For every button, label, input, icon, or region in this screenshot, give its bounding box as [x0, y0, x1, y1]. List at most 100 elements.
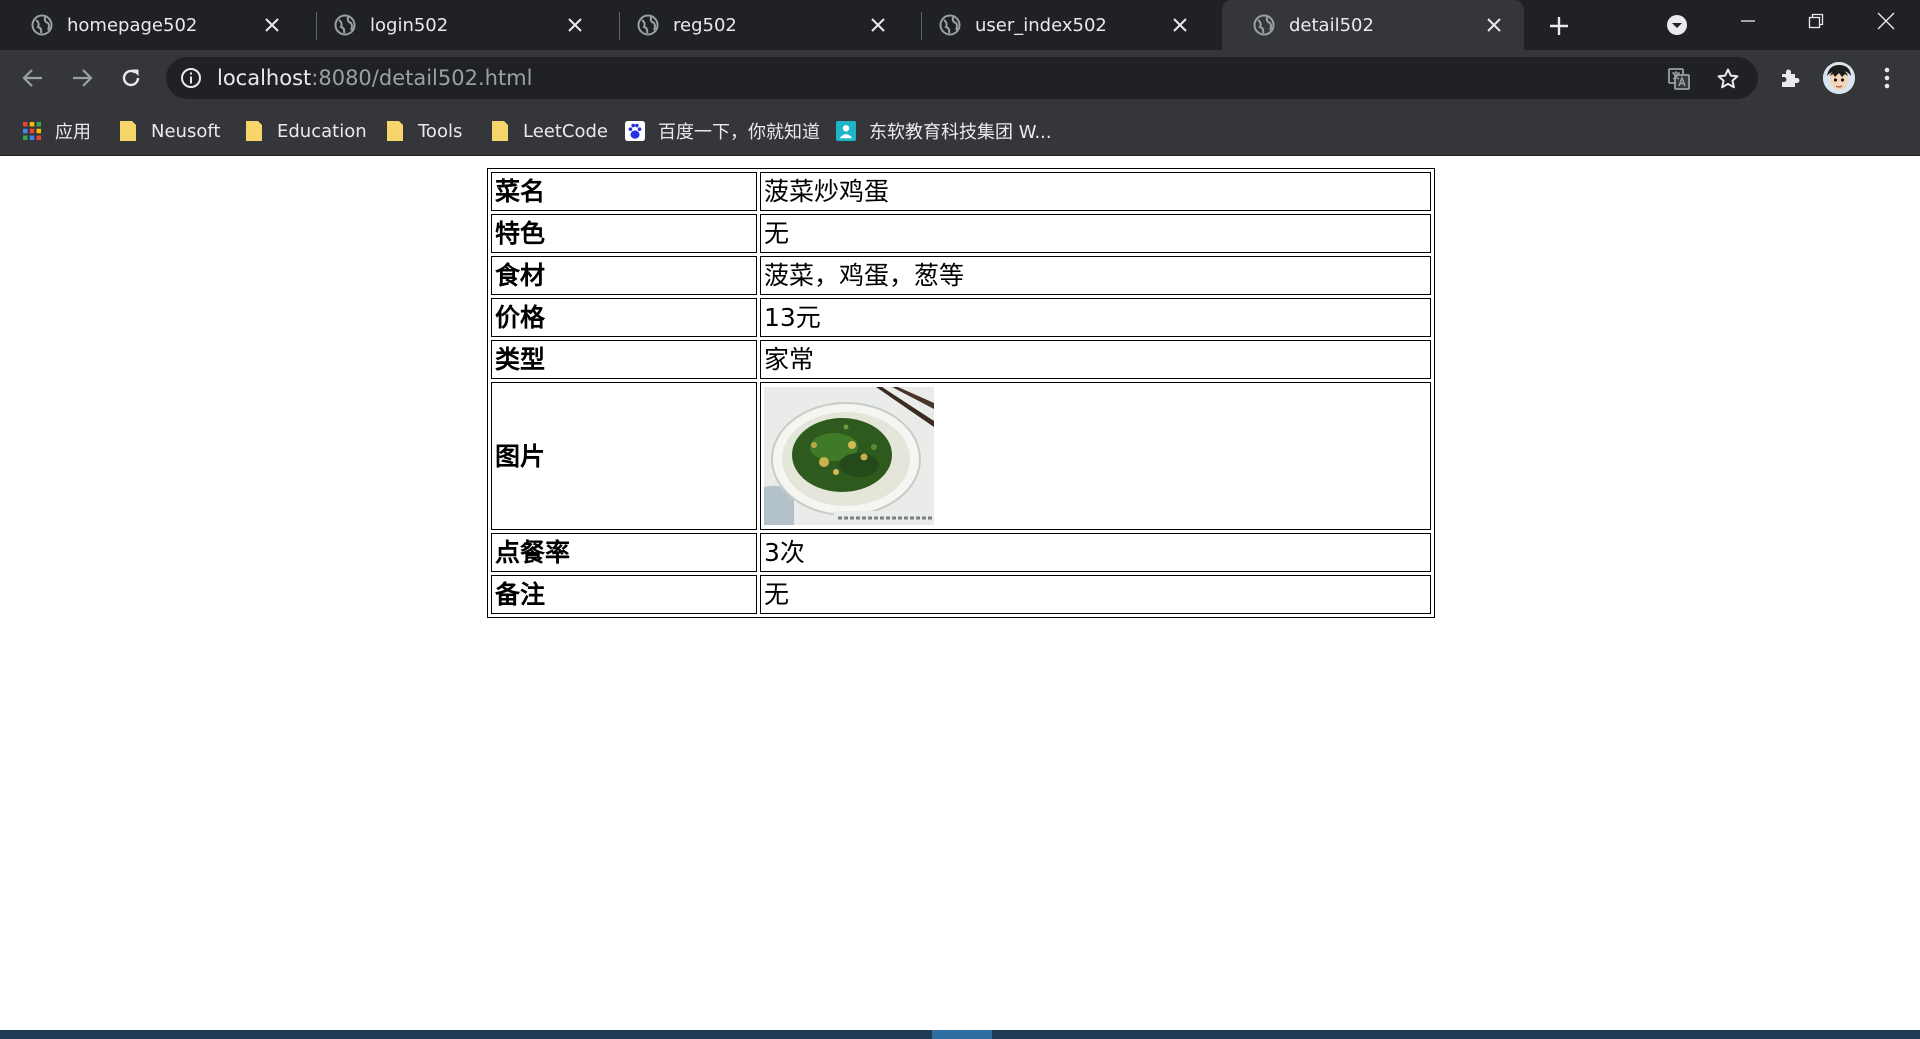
avatar-icon	[1823, 62, 1855, 94]
kebab-menu-icon	[1884, 67, 1890, 89]
tab-strip: homepage502 login502 reg502 user_index50…	[0, 0, 1920, 50]
globe-icon	[1253, 14, 1275, 36]
chevron-down-circle-icon	[1667, 15, 1687, 35]
row-value-feature: 无	[760, 214, 1431, 253]
table-row: 特色 无	[491, 214, 1431, 253]
close-icon[interactable]	[864, 11, 892, 39]
table-row: 食材 菠菜，鸡蛋，葱等	[491, 256, 1431, 295]
star-icon[interactable]	[1715, 66, 1741, 92]
forward-button[interactable]	[64, 60, 100, 96]
plus-icon	[1550, 17, 1568, 35]
bookmark-label: Education	[277, 120, 367, 142]
bookmark-label: LeetCode	[523, 120, 608, 142]
close-icon[interactable]	[258, 11, 286, 39]
row-value-remarks: 无	[760, 575, 1431, 614]
globe-icon	[637, 14, 659, 36]
close-window-button[interactable]	[1851, 0, 1920, 42]
folder-icon	[490, 120, 510, 142]
bookmarks-bar: 应用 Neusoft Education Tools LeetCode 百度一下…	[0, 106, 1920, 156]
dish-detail-table: 菜名 菠菜炒鸡蛋 特色 无 食材 菠菜，鸡蛋，葱等 价格 13元 类型 家常 图…	[487, 168, 1435, 618]
apps-grid-icon	[22, 120, 42, 142]
tab-title: homepage502	[67, 14, 198, 36]
restore-icon	[1808, 13, 1824, 29]
row-label-ingredients: 食材	[491, 256, 757, 295]
row-label-price: 价格	[491, 298, 757, 337]
folder-icon	[244, 120, 264, 142]
tab-title: login502	[370, 14, 449, 36]
extensions-button[interactable]	[1774, 62, 1806, 94]
tab-search-button[interactable]	[1663, 11, 1691, 39]
close-icon	[1877, 12, 1895, 30]
row-label-picture: 图片	[491, 382, 757, 530]
row-value-order-rate: 3次	[760, 533, 1431, 572]
tab-reg502[interactable]: reg502	[606, 0, 908, 50]
translate-icon[interactable]	[1666, 66, 1692, 92]
taskbar	[0, 1030, 1920, 1039]
neusoft-edu-icon	[836, 120, 856, 142]
tab-title: reg502	[673, 14, 737, 36]
row-value-type: 家常	[760, 340, 1431, 379]
row-label-dish-name: 菜名	[491, 172, 757, 211]
bookmark-folder-leetcode[interactable]: LeetCode	[490, 116, 608, 146]
url-host: localhost	[217, 66, 312, 90]
puzzle-icon	[1782, 69, 1800, 87]
bookmark-apps[interactable]: 应用	[22, 116, 91, 146]
close-icon[interactable]	[561, 11, 589, 39]
minimize-button[interactable]	[1713, 0, 1783, 42]
browser-toolbar: localhost:8080/detail502.html	[0, 50, 1920, 106]
page-content: 菜名 菠菜炒鸡蛋 特色 无 食材 菠菜，鸡蛋，葱等 价格 13元 类型 家常 图…	[0, 156, 1920, 1030]
bookmark-label: 应用	[55, 122, 91, 143]
bookmark-label: Neusoft	[151, 120, 221, 142]
address-bar[interactable]: localhost:8080/detail502.html	[166, 57, 1758, 99]
tab-title: user_index502	[975, 14, 1107, 36]
tab-homepage502[interactable]: homepage502	[0, 0, 302, 50]
folder-icon	[385, 120, 405, 142]
tab-title: detail502	[1289, 14, 1374, 36]
bookmark-folder-neusoft[interactable]: Neusoft	[118, 116, 220, 146]
row-label-type: 类型	[491, 340, 757, 379]
row-label-remarks: 备注	[491, 575, 757, 614]
restore-button[interactable]	[1781, 0, 1851, 42]
close-icon[interactable]	[1480, 11, 1508, 39]
table-row: 价格 13元	[491, 298, 1431, 337]
new-tab-button[interactable]	[1543, 10, 1575, 42]
folder-icon	[118, 120, 138, 142]
bookmark-folder-tools[interactable]: Tools	[385, 116, 462, 146]
row-value-dish-name: 菠菜炒鸡蛋	[760, 172, 1431, 211]
row-value-ingredients: 菠菜，鸡蛋，葱等	[760, 256, 1431, 295]
row-label-feature: 特色	[491, 214, 757, 253]
globe-icon	[939, 14, 961, 36]
url-path: :8080/detail502.html	[311, 66, 533, 90]
tab-user-index502[interactable]: user_index502	[908, 0, 1210, 50]
bookmark-label: 百度一下，你就知道	[658, 122, 820, 143]
taskbar-active-item[interactable]	[932, 1030, 992, 1039]
minimize-icon	[1741, 20, 1755, 22]
row-value-price: 13元	[760, 298, 1431, 337]
table-row: 菜名 菠菜炒鸡蛋	[491, 172, 1431, 211]
bookmark-baidu[interactable]: 百度一下，你就知道	[625, 116, 820, 146]
table-row: 备注 无	[491, 575, 1431, 614]
table-row: 图片	[491, 382, 1431, 530]
tab-detail502[interactable]: detail502	[1222, 0, 1524, 50]
bookmark-label: Tools	[418, 120, 463, 142]
back-button[interactable]	[15, 60, 51, 96]
globe-icon	[31, 14, 53, 36]
close-icon[interactable]	[1166, 11, 1194, 39]
reload-icon	[122, 69, 140, 87]
bookmark-label: 东软教育科技集团 W...	[869, 122, 1052, 143]
table-row: 点餐率 3次	[491, 533, 1431, 572]
bookmark-neusoft-edu[interactable]: 东软教育科技集团 W...	[836, 116, 1052, 146]
menu-button[interactable]	[1871, 62, 1903, 94]
info-icon[interactable]	[180, 67, 202, 89]
tab-login502[interactable]: login502	[303, 0, 605, 50]
bookmark-folder-education[interactable]: Education	[244, 116, 367, 146]
arrow-left-icon	[22, 69, 42, 87]
table-row: 类型 家常	[491, 340, 1431, 379]
baidu-paw-icon	[625, 120, 645, 142]
arrow-right-icon	[73, 69, 93, 87]
reload-button[interactable]	[113, 60, 149, 96]
globe-icon	[334, 14, 356, 36]
dish-photo	[764, 387, 934, 525]
row-value-picture	[760, 382, 1431, 530]
profile-avatar[interactable]	[1823, 62, 1855, 94]
